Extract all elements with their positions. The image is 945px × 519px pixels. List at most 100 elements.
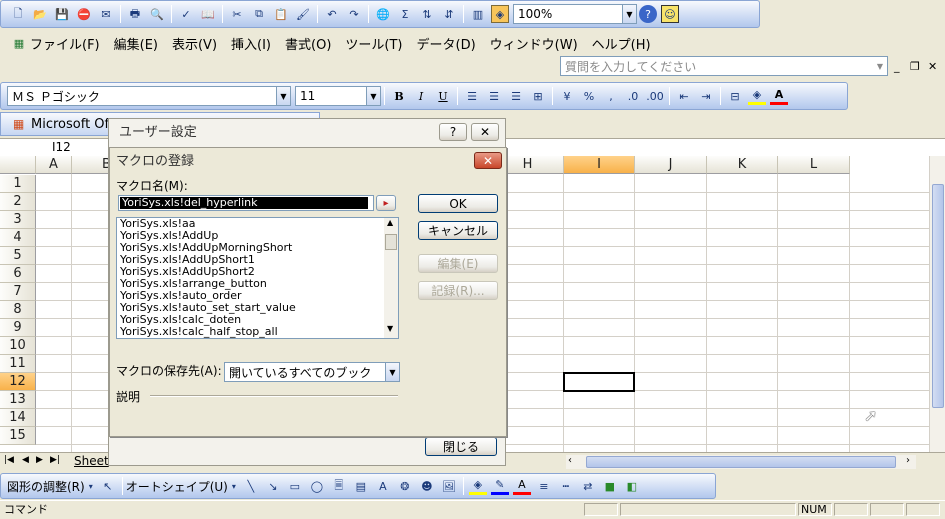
sort-descending-icon[interactable]: ⇵ — [440, 5, 458, 23]
save-icon[interactable]: 💾 — [53, 5, 71, 23]
paste-icon[interactable]: 📋 — [272, 5, 290, 23]
name-box[interactable]: I12 — [52, 140, 71, 154]
adjust-menu[interactable]: 図形の調整(R) — [7, 478, 85, 495]
restore-icon[interactable]: ❐ — [910, 60, 920, 73]
borders-icon[interactable]: ⊟ — [726, 87, 744, 105]
customize-close-button[interactable]: ✕ — [471, 123, 499, 141]
row-header-14[interactable]: 14 — [0, 409, 36, 427]
copy-icon[interactable]: ⧉ — [250, 5, 268, 23]
row-header-5[interactable]: 5 — [0, 247, 36, 265]
row-header-8[interactable]: 8 — [0, 301, 36, 319]
menu-help[interactable]: ヘルプ(H) — [592, 34, 651, 53]
workbook-icon[interactable]: ▦ — [10, 34, 28, 52]
close-icon[interactable]: ✕ — [928, 60, 937, 73]
scroll-left-icon[interactable]: ‹ — [568, 455, 572, 466]
menu-edit[interactable]: 編集(E) — [114, 34, 158, 53]
customize-close-label-button[interactable]: 閉じる — [425, 437, 497, 456]
chevron-down-icon[interactable]: ▼ — [873, 57, 887, 75]
scroll-up-icon[interactable]: ▲ — [387, 218, 393, 227]
minimize-icon[interactable]: _ — [894, 60, 900, 73]
align-center-icon[interactable]: ☰ — [485, 87, 503, 105]
row-header-12[interactable]: 12 — [0, 373, 36, 391]
ok-button[interactable]: OK — [418, 194, 498, 213]
macro-list-item[interactable]: YoriSys.xls!calc_half_stop_all — [117, 326, 398, 338]
scroll-thumb[interactable] — [385, 234, 397, 250]
row-header-4[interactable]: 4 — [0, 229, 36, 247]
horizontal-scrollbar[interactable]: ‹ › — [566, 455, 916, 469]
arrow-icon[interactable]: ↘ — [264, 477, 282, 495]
row-header-1[interactable]: 1 — [0, 175, 36, 193]
select-objects-icon[interactable]: ↖ — [99, 477, 117, 495]
menu-insert[interactable]: 挿入(I) — [231, 34, 271, 53]
chevron-down-icon[interactable]: ▼ — [366, 87, 380, 105]
italic-button[interactable]: I — [412, 87, 430, 105]
decrease-indent-icon[interactable]: ⇤ — [675, 87, 693, 105]
font-color-icon[interactable]: A — [512, 477, 531, 495]
row-header-6[interactable]: 6 — [0, 265, 36, 283]
chevron-down-icon[interactable]: ▾ — [87, 477, 95, 495]
print-preview-icon[interactable]: 🔍 — [148, 5, 166, 23]
arrow-style-icon[interactable]: ⇄ — [579, 477, 597, 495]
macro-dialog-close-button[interactable]: ✕ — [474, 152, 502, 169]
oval-icon[interactable]: ◯ — [308, 477, 326, 495]
sort-ascending-icon[interactable]: ⇅ — [418, 5, 436, 23]
row-header-9[interactable]: 9 — [0, 319, 36, 337]
format-painter-icon[interactable]: 🖌 — [294, 5, 312, 23]
smiley-icon[interactable]: ☺ — [661, 5, 679, 23]
chevron-down-icon[interactable]: ▼ — [276, 87, 290, 105]
menu-tools[interactable]: ツール(T) — [345, 34, 402, 53]
active-cell[interactable] — [563, 372, 635, 392]
macro-store-select[interactable]: 開いているすべてのブック ▼ — [224, 362, 400, 382]
prev-sheet-icon[interactable]: ◀ — [22, 455, 29, 465]
picture-icon[interactable]: 🖼 — [440, 477, 458, 495]
dash-style-icon[interactable]: ┅ — [557, 477, 575, 495]
column-header-k[interactable]: K — [707, 156, 778, 174]
underline-button[interactable]: U — [434, 87, 452, 105]
column-header-l[interactable]: L — [778, 156, 850, 174]
row-header-2[interactable]: 2 — [0, 193, 36, 211]
diagram-icon[interactable]: ❂ — [396, 477, 414, 495]
scroll-thumb[interactable] — [586, 456, 896, 468]
select-all-corner[interactable] — [0, 156, 36, 174]
next-sheet-icon[interactable]: ▶ — [36, 455, 43, 465]
comma-button[interactable]: , — [602, 87, 620, 105]
align-right-icon[interactable]: ☰ — [507, 87, 525, 105]
vertical-scrollbar[interactable] — [929, 156, 945, 452]
macro-list[interactable]: YoriSys.xls!aa YoriSys.xls!AddUp YoriSys… — [116, 217, 399, 339]
line-style-icon[interactable]: ≡ — [535, 477, 553, 495]
row-header-3[interactable]: 3 — [0, 211, 36, 229]
last-sheet-icon[interactable]: ▶| — [50, 455, 60, 465]
office-icon[interactable]: ▦ — [13, 117, 24, 131]
font-name-combo[interactable]: ＭＳ Ｐゴシック ▼ — [7, 86, 291, 106]
redo-icon[interactable]: ↷ — [345, 5, 363, 23]
clipart-icon[interactable]: ☻ — [418, 477, 436, 495]
increase-decimal-icon[interactable]: .0 — [624, 87, 642, 105]
help-question-input[interactable]: 質問を入力してください ▼ — [560, 56, 888, 76]
3d-icon[interactable]: ◧ — [623, 477, 641, 495]
column-header-i[interactable]: I — [564, 156, 635, 174]
customize-help-button[interactable]: ? — [439, 123, 467, 141]
open-icon[interactable]: 📂 — [31, 5, 49, 23]
scroll-right-icon[interactable]: › — [906, 455, 910, 466]
menu-data[interactable]: データ(D) — [417, 34, 476, 53]
new-icon[interactable]: 🗋 — [9, 5, 27, 23]
hyperlink-icon[interactable]: 🌐 — [374, 5, 392, 23]
decrease-decimal-icon[interactable]: .00 — [646, 87, 664, 105]
column-header-a[interactable]: A — [36, 156, 72, 174]
align-left-icon[interactable]: ☰ — [463, 87, 481, 105]
chevron-down-icon[interactable]: ▼ — [622, 5, 636, 23]
column-header-j[interactable]: J — [635, 156, 707, 174]
row-header-7[interactable]: 7 — [0, 283, 36, 301]
print-icon[interactable]: 🖶 — [126, 5, 144, 23]
record-button[interactable]: 記録(R)... — [418, 281, 498, 300]
sheet-tab[interactable]: Sheet — [74, 454, 109, 468]
help-icon[interactable]: ? — [639, 5, 657, 23]
cut-icon[interactable]: ✂ — [228, 5, 246, 23]
chevron-down-icon[interactable]: ▾ — [230, 477, 238, 495]
collapse-dialog-button[interactable]: ▸ — [376, 195, 396, 211]
cancel-button[interactable]: キャンセル — [418, 221, 498, 240]
drawing-icon[interactable]: ◈ — [491, 5, 509, 23]
menu-view[interactable]: 表示(V) — [172, 34, 217, 53]
zoom-combo[interactable]: 100% ▼ — [513, 4, 637, 24]
chevron-down-icon[interactable]: ▼ — [385, 363, 399, 381]
